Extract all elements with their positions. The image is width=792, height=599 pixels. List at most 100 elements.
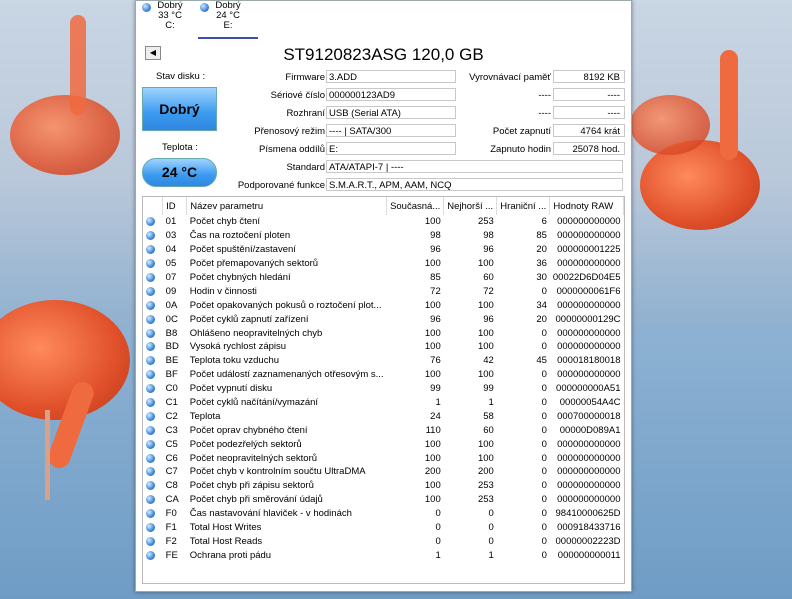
- cell-raw: 00022D6D04E5: [552, 272, 621, 283]
- table-row[interactable]: C8 Počet chyb při zápisu sektorů 100 253 0 00…: [143, 479, 624, 493]
- disk-header: ◀ ST9120823ASG 120,0 GB: [136, 39, 631, 69]
- flamingo-top-left-body: [10, 95, 120, 175]
- disk-e-button[interactable]: Dobrý 24 °C E:: [198, 1, 258, 39]
- column-header-status[interactable]: [143, 197, 164, 215]
- table-row[interactable]: 0C Počet cyklů zapnutí zařízení 96 96 20 0000…: [143, 312, 624, 326]
- table-row[interactable]: C1 Počet cyklů načítání/vymazání 1 1 0 000000…: [143, 396, 624, 410]
- table-row[interactable]: C2 Teplota 24 58 0 000700000018: [143, 409, 624, 423]
- power-on-count-value: 4764 krát: [553, 124, 625, 137]
- table-row[interactable]: C3 Počet oprav chybného čtení 110 60 0 00000D…: [143, 423, 624, 437]
- cell-raw: 000000000011: [557, 549, 621, 561]
- health-status-icon: [146, 509, 155, 519]
- blank-label-2: ----: [538, 108, 551, 119]
- row-status-cell: [143, 284, 163, 298]
- cell-raw: 000018180018: [557, 355, 621, 367]
- cell-name: Hodin v činnosti: [189, 285, 257, 297]
- health-status-icon: [146, 286, 155, 296]
- disk-letter: E:: [223, 20, 233, 31]
- column-header-raw[interactable]: Hodnoty RAW: [549, 197, 624, 215]
- transfer-mode-value: ---- | SATA/300: [326, 124, 456, 137]
- table-row[interactable]: C7 Počet chyb v kontrolním součtu UltraDM…: [143, 465, 624, 479]
- cell-threshold: 0: [541, 452, 547, 464]
- cell-worst: 99: [483, 383, 494, 395]
- cell-current: 110: [425, 424, 441, 436]
- table-row[interactable]: BE Teplota toku vzduchu 76 42 45 000018180018: [143, 354, 624, 368]
- cell-current: 96: [430, 313, 441, 325]
- column-header-worst[interactable]: Nejhorší ...: [443, 197, 498, 215]
- cell-name: Total Host Reads: [189, 535, 263, 547]
- cell-current: 1: [435, 397, 441, 409]
- cell-name: Počet cyklů zapnutí zařízení: [189, 313, 309, 325]
- cell-worst: 98: [483, 230, 494, 242]
- smart-attributes-table[interactable]: ID Název parametru Současná... Nejhorší …: [142, 196, 625, 584]
- health-status-icon: [146, 550, 155, 560]
- table-row[interactable]: C6 Počet neopravitelných sektorů 100 100 0 00…: [143, 451, 624, 465]
- cell-id: BF: [165, 369, 178, 381]
- power-on-count-label: Počet zapnutí: [492, 126, 551, 137]
- table-row[interactable]: 07 Počet chybných hledání 85 60 30 00022D6D04…: [143, 271, 624, 285]
- column-header-name[interactable]: Název parametru: [186, 197, 388, 215]
- flamingo-left-body: [0, 300, 130, 420]
- features-value: S.M.A.R.T., APM, AAM, NCQ: [326, 178, 623, 191]
- column-header-threshold[interactable]: Hraniční ...: [496, 197, 551, 215]
- row-status-cell: [143, 382, 163, 396]
- cell-threshold: 0: [541, 480, 547, 492]
- cell-threshold: 0: [541, 383, 547, 395]
- disk-selector-bar: Dobrý 33 °C C: Dobrý 24 °C E:: [136, 1, 631, 39]
- table-row[interactable]: 01 Počet chyb čtení 100 253 6 000000000000: [143, 215, 624, 229]
- health-status-icon: [146, 398, 155, 407]
- health-status-icon: [146, 245, 155, 255]
- row-status-cell: [143, 340, 163, 354]
- cell-threshold: 0: [541, 549, 547, 561]
- flamingo-left-neck: [45, 378, 97, 472]
- cell-id: F1: [165, 522, 177, 534]
- cell-raw: 00000002223D: [555, 535, 621, 547]
- table-row[interactable]: CA Počet chyb při směrování údajů 100 253 0 0…: [143, 493, 624, 507]
- serial-value: 000000123AD9: [326, 88, 456, 101]
- standard-label: Standard: [286, 162, 325, 173]
- cell-worst: 200: [477, 466, 494, 478]
- cell-id: C3: [165, 424, 178, 436]
- row-status-cell: [143, 312, 163, 326]
- table-row[interactable]: C0 Počet vypnutí disku 99 99 0 000000000A51: [143, 382, 624, 396]
- cell-name: Čas nastavování hlaviček - v hodinách: [189, 508, 352, 520]
- blank-label-1: ----: [538, 90, 551, 101]
- column-header-current[interactable]: Současná...: [386, 197, 445, 215]
- cell-current: 100: [424, 299, 441, 311]
- cell-current: 76: [430, 355, 441, 367]
- table-row[interactable]: F0 Čas nastavování hlaviček - v hodinách 0…: [143, 507, 624, 521]
- table-row[interactable]: 03 Čas na roztočení ploten 98 98 85 000000000…: [143, 229, 624, 243]
- table-row[interactable]: FE Ochrana proti pádu 1 1 0 000000000011: [143, 548, 624, 562]
- health-status-button[interactable]: Dobrý: [142, 87, 217, 131]
- cell-worst: 0: [488, 522, 494, 534]
- cell-worst: 100: [477, 369, 494, 381]
- status-label: Stav disku :: [156, 71, 206, 82]
- health-status-icon: [146, 411, 155, 421]
- cell-id: F0: [165, 508, 177, 520]
- table-row[interactable]: B8 Ohlášeno neopravitelných chyb 100 100 0 00…: [143, 326, 624, 340]
- column-header-id[interactable]: ID: [162, 197, 188, 215]
- temperature-button[interactable]: 24 °C: [142, 158, 217, 187]
- serial-label: Sériové číslo: [270, 90, 325, 101]
- cell-raw: 000000000A51: [556, 383, 621, 395]
- cell-id: 03: [165, 230, 177, 242]
- features-label: Podporované funkce: [237, 180, 325, 191]
- health-status-icon: [146, 425, 155, 435]
- table-row[interactable]: BD Vysoká rychlost zápisu 100 100 0 000000000…: [143, 340, 624, 354]
- table-row[interactable]: 0A Počet opakovaných pokusů o roztočení p…: [143, 298, 624, 312]
- row-status-cell: [143, 271, 163, 285]
- table-row[interactable]: F1 Total Host Writes 0 0 0 000918433716: [143, 521, 624, 535]
- cell-threshold: 30: [536, 272, 547, 283]
- table-row[interactable]: F2 Total Host Reads 0 0 0 00000002223D: [143, 534, 624, 548]
- table-row[interactable]: 09 Hodin v činnosti 72 72 0 0000000061F6: [143, 284, 624, 298]
- cell-name: Vysoká rychlost zápisu: [189, 341, 287, 353]
- table-row[interactable]: 05 Počet přemapovaných sektorů 100 100 36 000…: [143, 257, 624, 271]
- table-row[interactable]: BF Počet událostí zaznamenaných otřesovým…: [143, 368, 624, 382]
- table-row[interactable]: 04 Počet spuštění/zastavení 96 96 20 00000000…: [143, 243, 624, 257]
- cell-worst: 58: [483, 410, 494, 422]
- disk-c-button[interactable]: Dobrý 33 °C C:: [140, 1, 200, 31]
- cell-threshold: 0: [541, 397, 547, 409]
- cell-name: Počet událostí zaznamenaných otřesovým s…: [189, 369, 384, 381]
- table-row[interactable]: C5 Počet podezřelých sektorů 100 100 0 000000…: [143, 437, 624, 451]
- cell-raw: 0000000061F6: [556, 285, 621, 297]
